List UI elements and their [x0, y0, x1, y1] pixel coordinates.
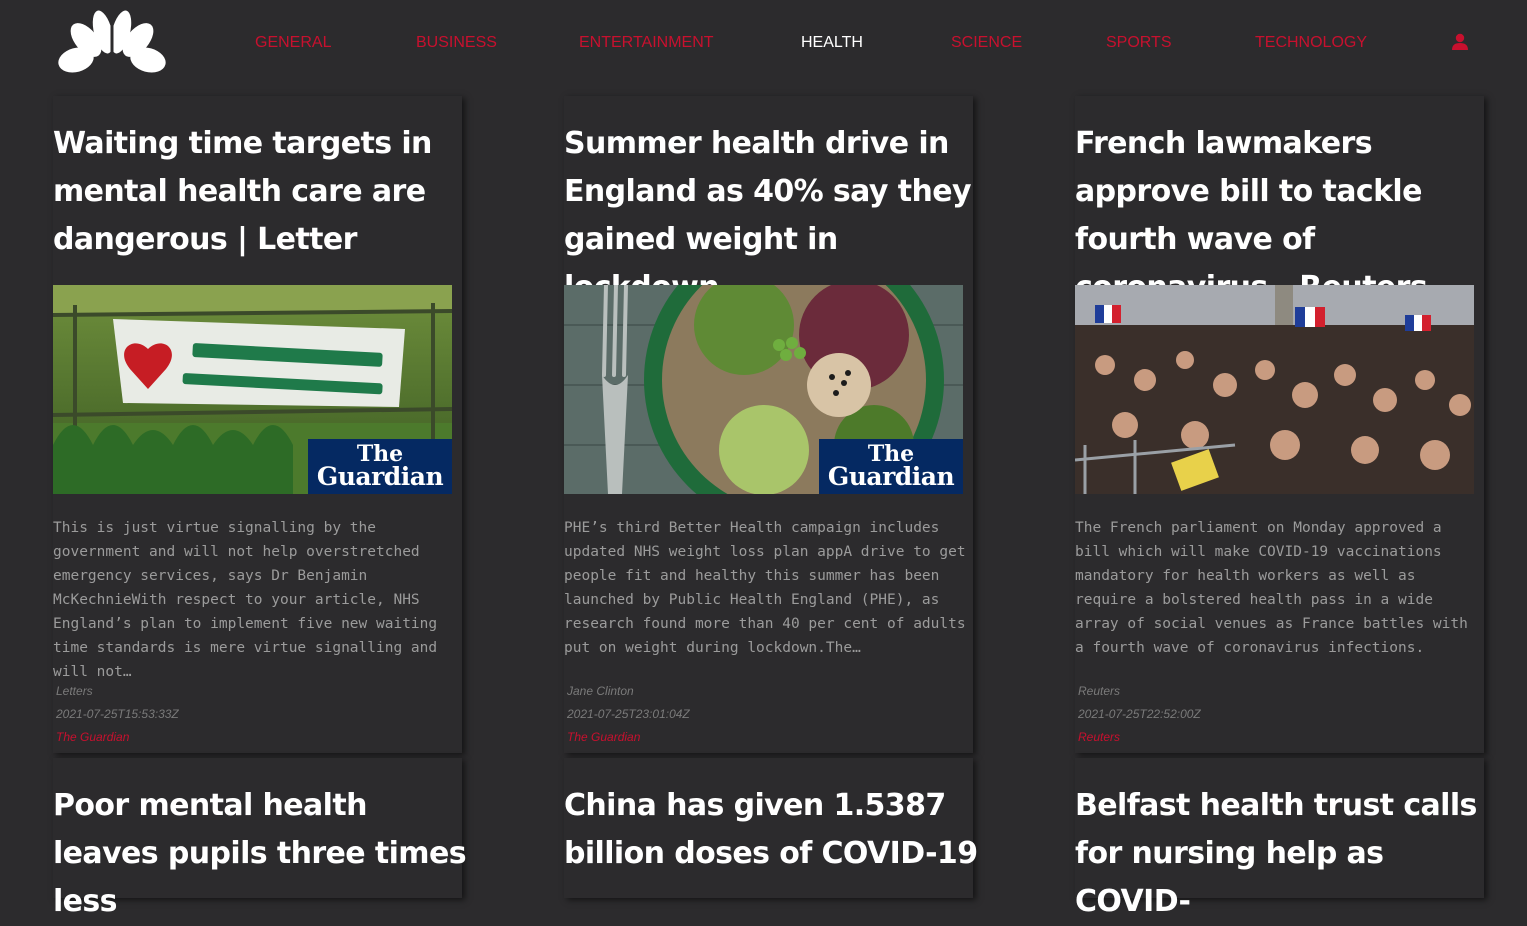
news-card[interactable]: French lawmakers approve bill to tackle … [1075, 96, 1484, 753]
article-title[interactable]: French lawmakers approve bill to tackle … [1075, 120, 1495, 312]
user-icon[interactable] [1451, 33, 1469, 51]
nav-link-general[interactable]: GENERAL [255, 34, 331, 52]
nav-link-sports[interactable]: SPORTS [1106, 34, 1172, 52]
guardian-logo-line1: The [356, 441, 404, 467]
article-title[interactable]: Waiting time targets in mental health ca… [53, 120, 473, 264]
article-source[interactable]: The Guardian [56, 730, 129, 744]
article-image[interactable]: The Guardian [53, 285, 452, 494]
article-date: 2021-07-25T15:53:33Z [56, 707, 179, 721]
guardian-logo: The Guardian [819, 439, 963, 494]
article-source[interactable]: The Guardian [567, 730, 640, 744]
article-image-illustration [1075, 285, 1474, 494]
article-title[interactable]: Summer health drive in England as 40% sa… [564, 120, 984, 312]
article-author: Jane Clinton [567, 684, 634, 698]
news-card[interactable]: China has given 1.5387 billion doses of … [564, 758, 978, 898]
article-image[interactable]: The Guardian [564, 285, 963, 494]
article-author: Reuters [1078, 684, 1121, 698]
nav-link-technology[interactable]: TECHNOLOGY [1255, 34, 1367, 52]
peacock-logo-icon[interactable] [56, 8, 168, 74]
article-title[interactable]: China has given 1.5387 billion doses of … [564, 782, 984, 878]
article-author: Letters [56, 684, 93, 698]
nav-link-entertainment[interactable]: ENTERTAINMENT [579, 34, 714, 52]
news-card[interactable]: Waiting time targets in mental health ca… [53, 96, 462, 753]
nav-link-science[interactable]: SCIENCE [951, 34, 1022, 52]
article-date: 2021-07-25T23:01:04Z [567, 707, 690, 721]
article-description: This is just virtue signalling by the go… [53, 520, 438, 680]
article-date: 2021-07-25T22:52:00Z [1078, 707, 1201, 721]
news-card[interactable]: Belfast health trust calls for nursing h… [1075, 758, 1484, 919]
news-card[interactable]: Summer health drive in England as 40% sa… [564, 96, 973, 753]
article-source[interactable]: Reuters [1078, 730, 1120, 744]
guardian-logo-line2: Guardian [827, 462, 955, 491]
nav-link-business[interactable]: BUSINESS [416, 34, 497, 52]
article-image[interactable] [1075, 285, 1474, 494]
article-title[interactable]: Poor mental health leaves pupils three t… [53, 782, 473, 926]
article-description: PHE’s third Better Health campaign inclu… [564, 520, 966, 656]
news-card[interactable]: Poor mental health leaves pupils three t… [53, 758, 467, 919]
article-description: The French parliament on Monday approved… [1075, 520, 1468, 656]
article-title[interactable]: Belfast health trust calls for nursing h… [1075, 782, 1495, 926]
guardian-logo: The Guardian [308, 439, 452, 494]
guardian-logo-line1: The [867, 441, 915, 467]
nav-link-health[interactable]: HEALTH [801, 34, 863, 52]
top-nav: GENERAL BUSINESS ENTERTAINMENT HEALTH SC… [0, 0, 1527, 90]
guardian-logo-line2: Guardian [316, 462, 444, 491]
